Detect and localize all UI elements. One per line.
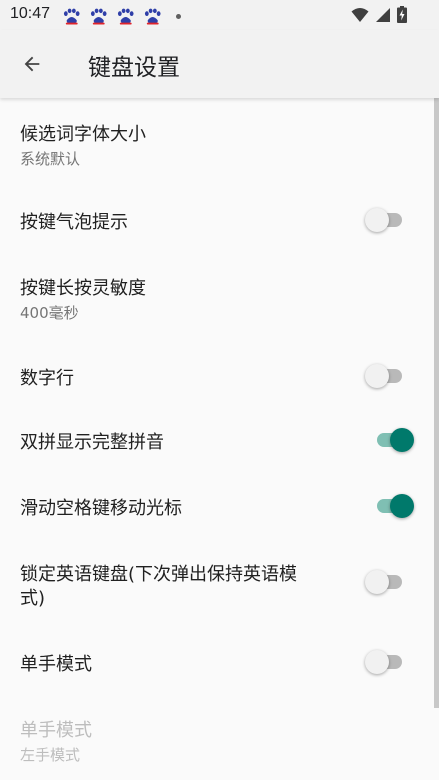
setting-title: 数字行 (20, 368, 74, 389)
one-hand-mode-switch[interactable] (365, 650, 405, 674)
setting-title: 单手模式 (20, 654, 92, 675)
setting-title-line2: 式) (20, 588, 46, 609)
setting-summary: 左手模式 (20, 746, 81, 764)
signal-icon (376, 7, 390, 22)
lock-english-keyboard-switch[interactable] (365, 570, 405, 594)
setting-one-hand-mode[interactable]: 单手模式 (0, 628, 432, 698)
setting-title: 单手模式 (20, 720, 92, 741)
status-bar: 10:47 (0, 0, 439, 30)
arrow-left-icon (24, 56, 40, 72)
setting-lock-english-keyboard[interactable]: 锁定英语键盘(下次弹出保持英语模 式) (0, 540, 432, 628)
number-row-switch[interactable] (365, 364, 405, 388)
setting-title: 候选词字体大小 (20, 124, 146, 145)
app-bar: 键盘设置 (0, 30, 439, 98)
setting-summary: 系统默认 (20, 150, 81, 168)
notification-icons (62, 7, 181, 25)
wifi-icon (351, 7, 369, 22)
setting-summary: 400毫秒 (20, 304, 79, 322)
setting-title: 按键长按灵敏度 (20, 278, 146, 299)
setting-title: 双拼显示完整拼音 (20, 432, 164, 453)
setting-number-row[interactable]: 数字行 (0, 344, 432, 408)
setting-one-hand-side: 单手模式 左手模式 (0, 698, 432, 780)
baidu-paw-icon (63, 8, 80, 25)
key-popup-hint-switch[interactable] (365, 208, 405, 232)
battery-charging-icon (397, 6, 407, 23)
system-icons (351, 6, 407, 23)
setting-long-press-sensitivity[interactable]: 按键长按灵敏度 400毫秒 (0, 256, 432, 344)
back-button[interactable] (12, 44, 52, 84)
setting-key-popup-hint[interactable]: 按键气泡提示 (0, 186, 432, 256)
setting-title: 按键气泡提示 (20, 212, 128, 233)
page-title: 键盘设置 (88, 55, 180, 81)
status-time: 10:47 (10, 5, 51, 22)
space-cursor-move-switch[interactable] (373, 494, 414, 518)
setting-candidate-font-size[interactable]: 候选词字体大小 系统默认 (0, 98, 432, 186)
double-pinyin-full-switch[interactable] (373, 428, 414, 452)
baidu-paw-icon (144, 8, 161, 25)
setting-space-cursor-move[interactable]: 滑动空格键移动光标 (0, 474, 432, 540)
setting-double-pinyin-full[interactable]: 双拼显示完整拼音 (0, 408, 432, 474)
scrollbar[interactable] (434, 98, 439, 708)
more-notifications-dot-icon (176, 13, 181, 19)
baidu-paw-icon (117, 8, 134, 25)
setting-title: 锁定英语键盘(下次弹出保持英语模 (20, 564, 298, 585)
setting-title: 滑动空格键移动光标 (20, 498, 182, 519)
baidu-paw-icon (90, 8, 107, 25)
